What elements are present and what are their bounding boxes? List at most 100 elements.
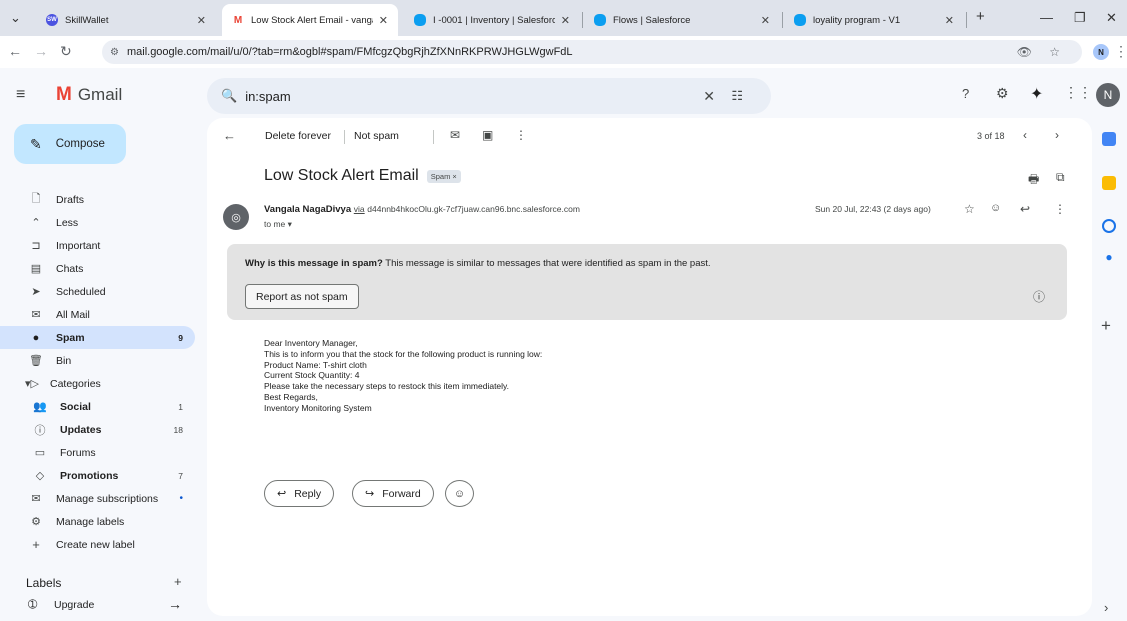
address-bar[interactable]: ⚙ mail.google.com/mail/u/0/?tab=rm&ogbl#… [102,40,1082,64]
sidebar-item-drafts[interactable]: 🗋 Drafts [0,188,195,211]
compose-label: Compose [55,138,105,150]
clear-search-icon[interactable]: ✕ [703,88,715,105]
tab-search-icon[interactable]: ⌄ [10,10,21,26]
get-addons-plus-icon[interactable]: + [1101,316,1111,336]
toolbar-divider [344,130,345,144]
emoji-react-icon[interactable]: ☺ [990,202,1001,214]
sidebar-item-chats[interactable]: ▤ Chats [0,257,195,280]
close-tab-icon[interactable]: ✕ [761,14,770,27]
settings-gear-icon[interactable]: ⚙ [996,85,1009,102]
more-options-icon[interactable]: ⋮ [515,128,527,142]
sidebar-item-spam[interactable]: ● Spam 9 [0,326,195,349]
subject-line: Low Stock Alert Email Spam × [264,167,461,185]
bookmark-star-icon[interactable]: ☆ [1049,45,1060,59]
spam-label-chip[interactable]: Spam × [426,169,461,183]
sidebar-item-updates[interactable]: ⓘ Updates 18 [0,418,195,441]
close-window-icon[interactable]: ✕ [1106,10,1117,26]
via-link[interactable]: via [354,204,365,214]
search-bar[interactable]: 🔍 in:spam ✕ ☷ [207,78,771,114]
sidebar-item-scheduled[interactable]: ➤ Scheduled [0,280,195,303]
main-menu-icon[interactable]: ≡ [16,86,25,104]
not-spam-button[interactable]: Not spam [354,130,399,142]
sender-avatar[interactable]: ◎ [223,204,249,230]
chrome-menu-icon[interactable]: ⋮ [1114,43,1127,60]
tab-title: Flows | Salesforce [613,14,691,26]
reply-label: Reply [294,487,322,500]
browser-tab-skillwallet[interactable]: SW SkillWallet ✕ [36,4,216,36]
contacts-icon[interactable]: ● [1102,250,1116,264]
report-not-spam-button[interactable]: Report as not spam [245,284,359,309]
sidebar-item-categories[interactable]: ▾▷ Categories [0,372,195,395]
info-icon[interactable]: ⓘ [1033,288,1045,305]
forward-icon[interactable]: → [34,43,48,59]
tab-title: SkillWallet [65,14,109,26]
sidebar-item-create-label[interactable]: + Create new label [0,533,195,556]
recipient-toggle[interactable]: to me ▾ [264,219,292,230]
close-tab-icon[interactable]: ✕ [561,14,570,27]
compose-button[interactable]: ✎ Compose [14,124,126,164]
promotions-count: 7 [178,470,183,481]
body-line: Product Name: T-shirt cloth [264,359,367,370]
new-tab-icon[interactable]: + [976,8,985,25]
tasks-icon[interactable] [1102,219,1116,233]
skillwallet-favicon-icon: SW [46,14,58,26]
sidebar-item-promotions[interactable]: ◇ Promotions 7 [0,464,195,487]
close-tab-icon[interactable]: ✕ [197,14,206,27]
sidebar-item-manage-labels[interactable]: ⚙ Manage labels [0,510,195,533]
browser-tab-gmail[interactable]: M Low Stock Alert Email - vangala ✕ [222,4,398,36]
message-more-icon[interactable]: ⋮ [1054,202,1066,216]
apps-grid-icon[interactable]: ⋮⋮ [1064,84,1092,101]
emoji-reaction-button[interactable]: ☺ [445,480,474,507]
help-icon[interactable]: ? [962,86,969,101]
updates-count: 18 [173,424,183,435]
older-chevron-icon[interactable]: › [1055,128,1059,142]
sender-name[interactable]: Vangala NagaDivya [264,204,351,215]
add-label-plus-icon[interactable]: + [174,574,182,589]
open-new-window-icon[interactable]: ⧉ [1056,170,1065,185]
sidebar-item-less[interactable]: ⌃ Less [0,211,195,234]
close-tab-icon[interactable]: ✕ [945,14,954,27]
browser-tab-flows[interactable]: Flows | Salesforce ✕ [584,4,780,36]
print-icon[interactable]: 🖶 [1028,170,1039,191]
spam-banner-text: Why is this message in spam? This messag… [245,258,711,269]
browser-tab-loyalty[interactable]: loyality program - V1 ✕ [784,4,964,36]
reply-icon[interactable]: ↩ [1020,202,1030,216]
sidebar-item-manage-subscriptions[interactable]: ✉ Manage subscriptions • [0,487,195,510]
chrome-profile-avatar[interactable]: N [1093,44,1109,60]
delete-forever-button[interactable]: Delete forever [265,130,331,142]
site-info-icon[interactable]: ⚙ [110,47,119,58]
extension-eye-icon[interactable]: 👁 [1017,45,1032,59]
forward-button[interactable]: ↪ Forward [352,480,434,507]
gmail-logo[interactable]: M Gmail [56,84,122,106]
back-to-list-icon[interactable]: ← [223,128,236,143]
search-icon[interactable]: 🔍 [221,88,237,104]
minimize-icon[interactable]: — [1040,10,1053,25]
new-dot-icon: • [179,493,183,504]
sidebar-item-social[interactable]: 👥 Social 1 [0,395,195,418]
sidebar-item-forums[interactable]: ▭ Forums [0,441,195,464]
account-avatar[interactable]: N [1096,83,1120,107]
mark-unread-icon[interactable]: ✉ [450,128,460,142]
star-icon[interactable]: ☆ [964,202,975,216]
sidebar-item-important[interactable]: ⊐ Important [0,234,195,257]
back-icon[interactable]: ← [8,43,22,59]
restore-icon[interactable]: ❐ [1074,10,1086,26]
salesforce-cloud-icon [414,14,426,26]
keep-icon[interactable] [1102,176,1116,190]
upgrade-bar[interactable]: ➀ Upgrade → [0,592,205,621]
reload-icon[interactable]: ↻ [60,43,72,60]
chat-icon: ▤ [30,263,42,275]
sidebar-item-bin[interactable]: 🗑 Bin [0,349,195,372]
newer-chevron-icon[interactable]: ‹ [1023,128,1027,142]
move-to-icon[interactable]: ▣ [482,128,493,142]
message-pane: ← Delete forever Not spam ✉ ▣ ⋮ 3 of 18 … [207,118,1092,616]
browser-tab-inventory[interactable]: I -0001 | Inventory | Salesforce ✕ [404,4,580,36]
close-tab-icon[interactable]: ✕ [379,14,388,27]
show-side-panel-chevron-icon[interactable]: › [1104,600,1108,615]
sidebar-item-all-mail[interactable]: ✉ All Mail [0,303,195,326]
gemini-sparkle-icon[interactable]: ✦ [1030,84,1043,104]
reply-button[interactable]: ↩ Reply [264,480,335,507]
calendar-icon[interactable] [1102,132,1116,146]
search-options-icon[interactable]: ☷ [731,88,743,104]
search-input[interactable]: in:spam [245,89,291,104]
